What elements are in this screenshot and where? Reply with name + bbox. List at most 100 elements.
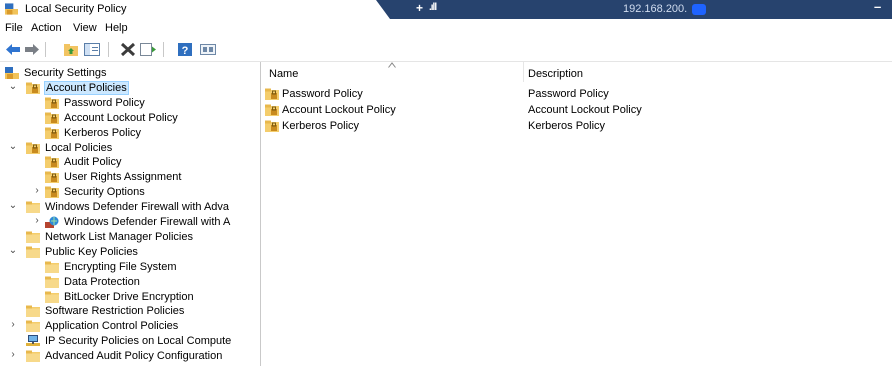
expand-chevron-icon[interactable]: › [8,319,18,330]
tree-item[interactable]: Network List Manager Policies [0,230,260,245]
tree-item[interactable]: › Application Control Policies [0,319,260,334]
list-item-name: Password Policy [282,88,363,100]
menu-view[interactable]: View [73,22,97,34]
tree-item[interactable]: Data Protection [0,275,260,290]
export-list-icon[interactable] [140,42,156,57]
column-divider[interactable] [523,62,524,82]
menu-bar: File Action View Help [0,20,892,37]
ip-security-icon [26,335,40,347]
svg-text:?: ? [182,45,189,57]
tree-item-label: Windows Defender Firewall with A [64,216,231,228]
tree-item-label: BitLocker Drive Encryption [64,290,194,303]
tree-pane: Security Settings ⌄ Account Policies Passwo… [0,62,261,366]
tree-item[interactable]: Audit Policy [0,155,260,170]
list-item-name: Account Lockout Policy [282,104,396,116]
tree-item[interactable]: Security Settings [0,66,260,81]
tree-item[interactable]: User Rights Assignment [0,170,260,185]
menu-action[interactable]: Action [31,22,62,34]
column-header-description[interactable]: Description [528,68,583,80]
pin-icon[interactable]: + [416,1,423,15]
collapse-chevron-icon[interactable]: ⌄ [8,141,18,152]
menu-file[interactable]: File [5,22,23,34]
tree-item-label: Local Policies [45,141,113,154]
menu-help[interactable]: Help [105,22,128,34]
help-icon[interactable]: ? [177,42,193,57]
column-header-name[interactable]: Name [269,68,298,80]
list-item-description: Kerberos Policy [528,120,606,132]
tree-item[interactable]: ⌄ Local Policies [0,141,260,156]
policy-folder-icon [45,112,59,124]
tree-item-label: IP Security Policies on Local Compute [45,335,232,348]
tree-item-label: Audit Policy [64,156,122,169]
up-folder-icon[interactable] [63,42,79,57]
policy-folder-icon [26,82,40,94]
list-item[interactable]: Account Lockout Policy Account Lockout Po… [261,103,892,118]
policy-folder-icon [265,104,279,116]
tree-item[interactable]: Encrypting File System [0,260,260,275]
show-hide-tree-icon[interactable] [84,42,100,57]
properties-icon[interactable] [200,42,216,57]
tree-item[interactable]: ⌄ Windows Defender Firewall with Adva [0,200,260,215]
collapse-chevron-icon[interactable]: ⌄ [8,81,18,92]
tree-item-label: Public Key Policies [45,245,138,258]
remote-host-address: 192.168.200. [623,3,688,15]
expand-chevron-icon[interactable]: › [32,215,42,226]
list-item[interactable]: Kerberos Policy Kerberos Policy [261,119,892,134]
folder-icon [45,261,59,273]
folder-icon [26,201,40,214]
policy-folder-icon [45,156,59,169]
tree-item[interactable]: › Security Options [0,185,260,200]
tree-item-label: Account Lockout Policy [64,111,178,124]
list-item-name: Kerberos Policy [282,120,360,132]
policy-folder-icon [265,120,279,132]
policy-folder-icon [45,186,59,199]
collapse-chevron-icon[interactable]: ⌄ [8,200,18,211]
tree-item[interactable]: › Advanced Audit Policy Configuration [0,349,260,364]
folder-icon [26,246,40,258]
folder-icon [26,350,40,363]
toolbar-separator [163,42,164,57]
tree-item-label: Application Control Policies [45,320,179,333]
details-pane: Name Description Password Policy Password… [261,62,892,366]
expand-chevron-icon[interactable]: › [32,185,42,196]
expand-chevron-icon[interactable]: › [8,349,18,360]
policy-folder-icon [45,127,59,139]
tree-item-label: Advanced Audit Policy Configuration [45,350,223,363]
tree-item-label: Kerberos Policy [64,126,142,139]
title-bar: Local Security Policy + .ıll 192.168.200… [0,0,892,20]
folder-icon [45,291,59,303]
back-arrow-icon[interactable] [5,42,21,57]
list-item-description: Password Policy [528,88,609,100]
tree-item[interactable]: BitLocker Drive Encryption [0,290,260,305]
tree-item[interactable]: Password Policy [0,96,260,111]
tree-item[interactable]: › Windows Defender Firewall with A [0,215,260,230]
folder-icon [26,231,40,243]
local-security-policy-icon [5,3,18,15]
tree-item-label: Password Policy [64,96,145,109]
toolbar-separator [45,42,46,57]
folder-icon [26,305,40,318]
tree-item[interactable]: IP Security Policies on Local Compute [0,334,260,349]
tree-item-label: Windows Defender Firewall with Adva [45,201,230,214]
list-item[interactable]: Password Policy Password Policy [261,87,892,102]
minimize-button[interactable]: – [874,0,881,14]
tree-item[interactable]: ⌄ Public Key Policies [0,245,260,260]
tree-item[interactable]: Kerberos Policy [0,126,260,141]
tree-item-label: Software Restriction Policies [45,305,185,318]
policy-folder-icon [26,142,40,154]
delete-icon[interactable] [120,42,136,57]
forward-arrow-icon[interactable] [24,42,40,57]
toolbar-separator [108,42,109,57]
window-title: Local Security Policy [25,3,127,15]
tree-item-label: Network List Manager Policies [45,230,193,243]
collapse-chevron-icon[interactable]: ⌄ [8,245,18,256]
tree-item-label: Data Protection [64,275,140,288]
tree-item-label: Security Settings [24,67,107,79]
tree-item-label: User Rights Assignment [64,171,182,184]
folder-icon [26,320,40,333]
tree-item[interactable]: ⌄ Account Policies [0,80,260,96]
firewall-icon [45,216,59,228]
tree-item[interactable]: Account Lockout Policy [0,111,260,126]
remote-connection-bar[interactable]: + .ıll 192.168.200. – [376,0,892,19]
tree-item[interactable]: Software Restriction Policies [0,304,260,319]
